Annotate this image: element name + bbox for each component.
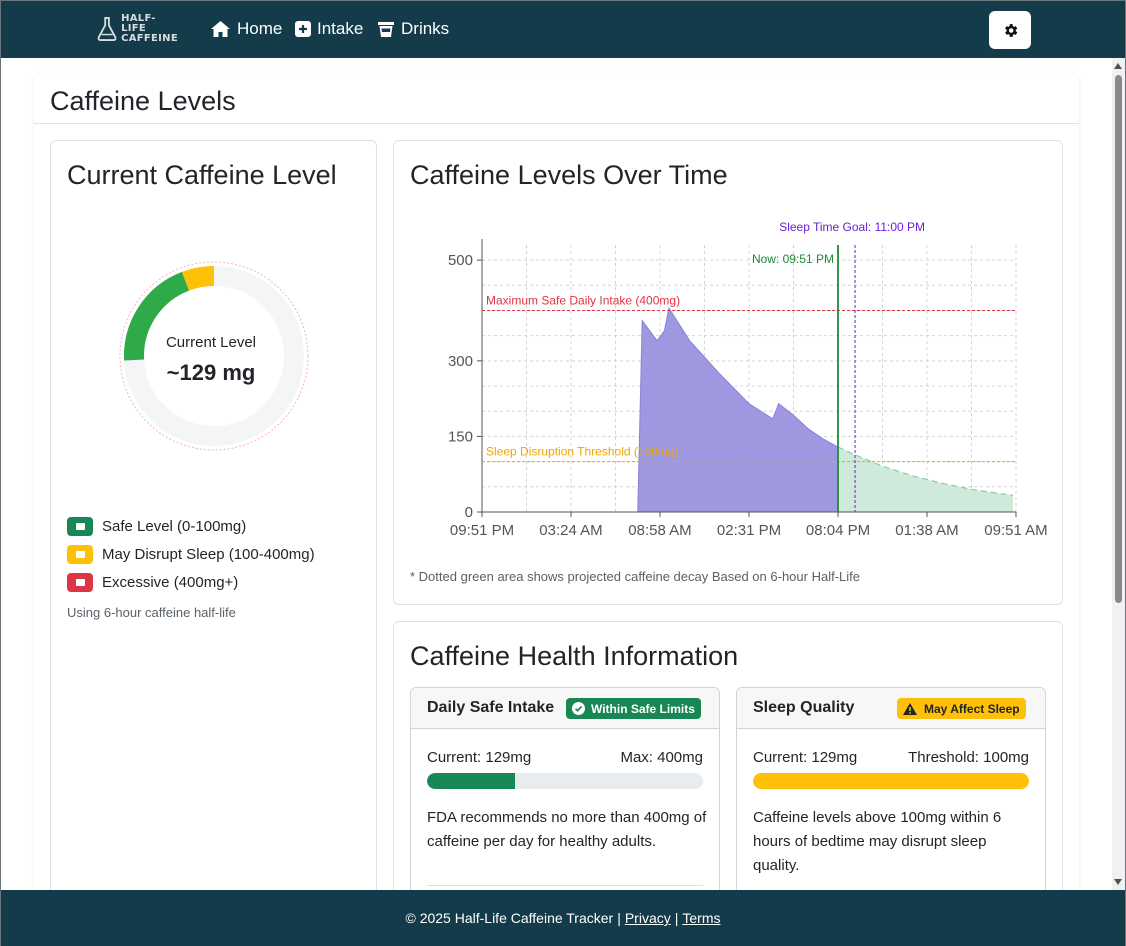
privacy-link[interactable]: Privacy [625, 910, 671, 926]
x-tick-label: 09:51 PM [450, 522, 514, 539]
warning-icon [903, 702, 917, 715]
current-level-title: Current Caffeine Level [67, 160, 337, 190]
disrupt-swatch-icon [67, 545, 93, 564]
y-tick-label: 300 [448, 353, 473, 370]
brand-logo[interactable]: HALF-LIFE CAFFEINE [96, 14, 178, 44]
sleep-status-badge: May Affect Sleep [897, 698, 1026, 719]
sleep-info-text: Caffeine levels above 100mg within 6 hou… [753, 809, 1002, 874]
caffeine-levels-panel: Caffeine Levels Current Caffeine Level C… [34, 73, 1079, 927]
navbar: HALF-LIFE CAFFEINE Home Intake Drinks [1, 1, 1125, 58]
footer-copyright: © 2025 Half-Life Caffeine Tracker [405, 910, 614, 926]
plus-square-icon [295, 21, 311, 37]
legend-safe: Safe Level (0-100mg) [67, 517, 246, 536]
sleep-progress-fill [753, 773, 1029, 789]
scroll-up-icon[interactable] [1114, 63, 1122, 69]
sleep-progress [753, 773, 1029, 789]
sleep-threshold: Threshold: 100mg [908, 749, 1029, 766]
sleep-goal-label: Sleep Time Goal: 11:00 PM [779, 220, 925, 234]
x-tick-label: 08:04 PM [806, 522, 870, 539]
y-tick-label: 500 [448, 252, 473, 269]
x-tick-label: 09:51 AM [984, 522, 1047, 539]
health-info-title: Caffeine Health Information [410, 641, 739, 671]
check-circle-icon [572, 702, 585, 715]
nav-intake-label: Intake [317, 19, 364, 38]
nav-intake[interactable]: Intake [295, 19, 363, 39]
half-life-note: Using 6-hour caffeine half-life [67, 605, 236, 620]
daily-intake-header: Daily Safe Intake Within Safe Limits [411, 688, 719, 729]
caffeine-gauge [119, 261, 309, 451]
x-tick-label: 02:31 PM [717, 522, 781, 539]
sleep-quality-header: Sleep Quality May Affect Sleep [737, 688, 1045, 729]
brand-line-1: HALF-LIFE [121, 13, 156, 34]
safe-swatch-icon [67, 517, 93, 536]
gear-icon [1004, 23, 1017, 37]
footer: © 2025 Half-Life Caffeine Tracker | Priv… [1, 890, 1125, 946]
nav-home-label: Home [237, 19, 283, 38]
threshold-label: Maximum Safe Daily Intake (400mg) [486, 293, 680, 307]
scroll-down-icon[interactable] [1114, 879, 1122, 885]
legend-excessive-label: Excessive (400mg+) [102, 574, 239, 591]
nav-drinks-label: Drinks [401, 19, 450, 38]
cup-icon [378, 21, 394, 37]
legend-excessive: Excessive (400mg+) [67, 573, 238, 592]
now-marker-label: Now: 09:51 PM [752, 252, 834, 266]
x-tick-label: 01:38 AM [895, 522, 958, 539]
chart-title: Caffeine Levels Over Time [410, 160, 728, 190]
chart-card: Caffeine Levels Over Time 0 150 300 500 09:5… [393, 140, 1063, 605]
daily-current: Current: 129mg [427, 749, 532, 766]
safe-status-badge: Within Safe Limits [566, 698, 701, 719]
daily-max: Max: 400mg [620, 749, 703, 766]
home-icon [211, 21, 230, 37]
safe-status-label: Within Safe Limits [591, 701, 695, 716]
settings-button[interactable] [989, 11, 1031, 49]
x-tick-label: 03:24 AM [539, 522, 602, 539]
chart-note: * Dotted green area shows projected caff… [410, 569, 860, 584]
x-tick-label: 08:58 AM [628, 522, 691, 539]
current-level-card: Current Caffeine Level Current Level ~12… [50, 140, 377, 900]
daily-intake-title: Daily Safe Intake [427, 699, 555, 716]
daily-info-text: FDA recommends no more than 400mg of caf… [427, 809, 707, 850]
terms-link[interactable]: Terms [682, 910, 720, 926]
excessive-swatch-icon [67, 573, 93, 592]
panel-header: Caffeine Levels [34, 73, 1079, 124]
flask-icon [97, 17, 117, 41]
legend-disrupt: May Disrupt Sleep (100-400mg) [67, 545, 315, 564]
gauge-outer-ring [119, 261, 309, 451]
gauge-disrupt-arc [181, 266, 215, 291]
y-tick-label: 150 [448, 428, 473, 445]
scrollbar-thumb[interactable] [1115, 75, 1122, 603]
gauge-value: ~129 mg [166, 360, 256, 385]
health-info-card: Caffeine Health Information Daily Safe I… [393, 621, 1063, 927]
y-tick-label: 0 [465, 504, 473, 521]
footer-separator: | [674, 910, 679, 926]
sleep-status-label: May Affect Sleep [924, 701, 1020, 716]
gauge-label: Current Level [165, 334, 257, 351]
footer-separator: | [617, 910, 621, 926]
sleep-quality-title: Sleep Quality [753, 699, 855, 716]
daily-progress-fill [427, 773, 516, 789]
daily-divider [427, 885, 703, 886]
brand-line-2: CAFFEINE [121, 33, 178, 44]
sleep-current: Current: 129mg [753, 749, 858, 766]
nav-drinks[interactable]: Drinks [377, 19, 449, 39]
legend-disrupt-label: May Disrupt Sleep (100-400mg) [102, 546, 315, 563]
caffeine-chart: 0 150 300 500 09:51 PM 03:24 AM 08:58 AM 02:31 … [448, 220, 1048, 539]
daily-progress [427, 773, 703, 789]
nav-home[interactable]: Home [210, 19, 282, 39]
series-area-actual [482, 306, 839, 513]
legend-safe-label: Safe Level (0-100mg) [102, 518, 247, 535]
page-title: Caffeine Levels [50, 86, 236, 116]
threshold-label: Sleep Disruption Threshold (100mg) [486, 445, 679, 459]
brand-text: HALF-LIFE CAFFEINE [121, 14, 178, 44]
